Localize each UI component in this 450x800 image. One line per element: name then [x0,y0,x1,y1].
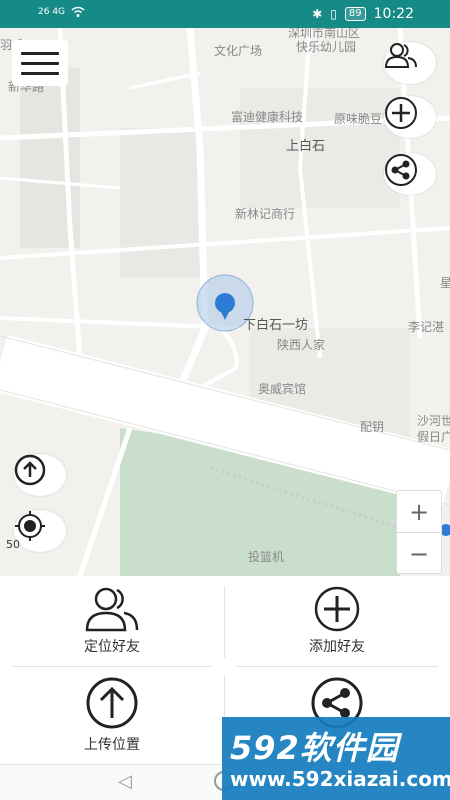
map-label: 李记湛 [408,320,445,334]
map-label: 文化广场 [214,44,263,58]
hamburger-icon-line [21,71,59,75]
friends-button[interactable] [384,42,436,84]
add-friend-button[interactable]: 添加好友 [237,586,437,666]
upload-location-label: 上传位置 [84,737,140,753]
zoom-control: + − [396,490,442,574]
watermark-url: www.592xiazai.com [230,767,450,791]
map-label: 配钥 [360,420,385,434]
map-view[interactable]: 深圳市南山区 快乐幼儿园 文化广场 富迪健康科技 原味脆豆 上白石 新林记商行 … [0,28,450,576]
upload-arrow-icon [14,454,46,486]
my-location-button[interactable] [14,510,66,552]
share-icon [385,154,417,186]
wifi-icon [71,6,85,17]
friends-icon [85,587,139,632]
divider [224,586,225,658]
upload-location-map-button[interactable] [14,454,66,496]
map-label: 假日广 [417,430,450,444]
map-label: 快乐幼儿园 [296,40,357,54]
hamburger-icon-line [21,61,59,65]
divider [236,666,438,667]
map-label: 沙河世 [417,414,450,428]
upload-location-button[interactable]: 上传位置 [12,676,212,756]
bluetooth-icon: ✱ [312,7,323,21]
map-label: 投篮机 [248,550,285,564]
plus-circle-icon [385,97,417,129]
map-label: 奥威宾馆 [258,382,307,396]
status-bar: 26 4G ✱ ▯ 89 10:22 [0,0,450,28]
map-label: 上白石 [286,139,326,154]
map-label: 新林记商行 [235,207,296,221]
menu-button[interactable] [12,40,68,86]
back-icon[interactable]: ◁ [118,771,132,792]
watermark: 592软件园 www.592xiazai.com [222,717,450,800]
signal-icon: 26 4G [38,7,66,17]
vibrate-icon: ▯ [330,7,337,21]
locate-friend-button[interactable]: 定位好友 [12,586,212,666]
zoom-out-button[interactable]: − [397,533,441,575]
map-label: 陕西人家 [277,338,326,352]
hamburger-icon-line [21,51,59,55]
map-label: 星 [440,276,450,290]
map-label: 下白石一坊 [243,318,309,333]
add-friend-label: 添加好友 [309,639,365,655]
add-button[interactable] [384,96,436,138]
watermark-logo-text: 592软件园 [230,729,399,767]
clock: 10:22 [373,6,414,22]
share-button[interactable] [384,153,436,195]
map-label: 富迪健康科技 [231,110,304,124]
battery-indicator: 89 [344,7,366,21]
zoom-in-button[interactable]: + [397,491,441,533]
locate-friend-label: 定位好友 [84,639,140,655]
divider [12,666,212,667]
upload-arrow-icon [86,677,138,729]
friends-icon [384,43,417,68]
map-label: 原味脆豆 [334,112,383,126]
map-roads [0,28,450,576]
plus-circle-icon [314,586,360,632]
map-scale: 50 [6,538,20,551]
